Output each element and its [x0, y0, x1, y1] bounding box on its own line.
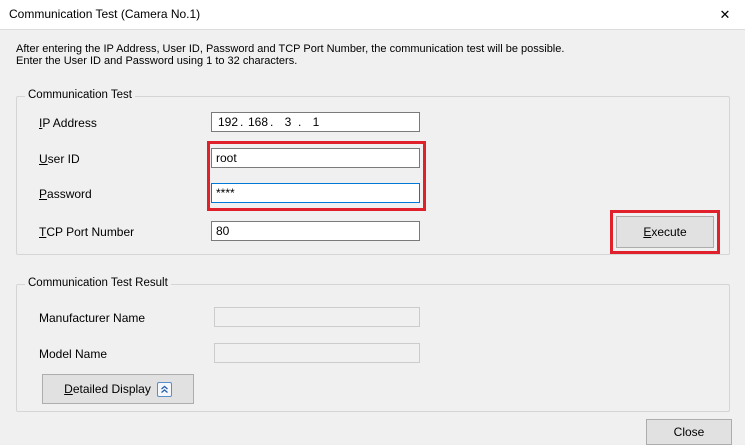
model-name-field	[214, 343, 420, 363]
ip-separator: .	[270, 115, 274, 129]
detailed-display-button[interactable]: Detailed Display	[42, 374, 194, 404]
user-password-highlight	[207, 141, 426, 211]
password-label: Password	[39, 187, 92, 201]
user-id-label: User ID	[39, 152, 80, 166]
result-legend: Communication Test Result	[25, 277, 171, 289]
tcp-port-label: TCP Port Number	[39, 225, 135, 239]
model-name-label: Model Name	[39, 347, 108, 361]
manufacturer-name-label: Manufacturer Name	[39, 311, 146, 325]
title-divider	[0, 29, 745, 30]
instruction-line-2: Enter the User ID and Password using 1 t…	[16, 55, 298, 67]
window-title: Communication Test (Camera No.1)	[9, 7, 201, 21]
manufacturer-name-field	[214, 307, 420, 327]
window-close-button[interactable]: ✕	[705, 0, 745, 30]
instruction-line-1: After entering the IP Address, User ID, …	[16, 43, 565, 55]
ip-octet-1[interactable]: 192	[218, 113, 240, 131]
instructions: After entering the IP Address, User ID, …	[16, 43, 564, 67]
ip-address-label: IP Address	[39, 116, 97, 130]
communication-test-legend: Communication Test	[25, 89, 135, 101]
ip-octet-3[interactable]: 3	[278, 113, 298, 131]
execute-highlight	[610, 210, 720, 254]
ip-octet-2[interactable]: 168	[248, 113, 270, 131]
close-button[interactable]: Close	[646, 419, 732, 445]
chevron-double-up-icon	[156, 381, 172, 397]
ip-address-field[interactable]: 192 . 168 . 3 . 1	[211, 112, 420, 132]
title-bar: Communication Test (Camera No.1) ✕	[0, 0, 745, 30]
ip-octet-4[interactable]: 1	[306, 113, 326, 131]
tcp-port-field[interactable]: 80	[211, 221, 420, 241]
close-icon: ✕	[719, 7, 731, 22]
ip-separator: .	[298, 115, 302, 129]
ip-separator: .	[240, 115, 244, 129]
